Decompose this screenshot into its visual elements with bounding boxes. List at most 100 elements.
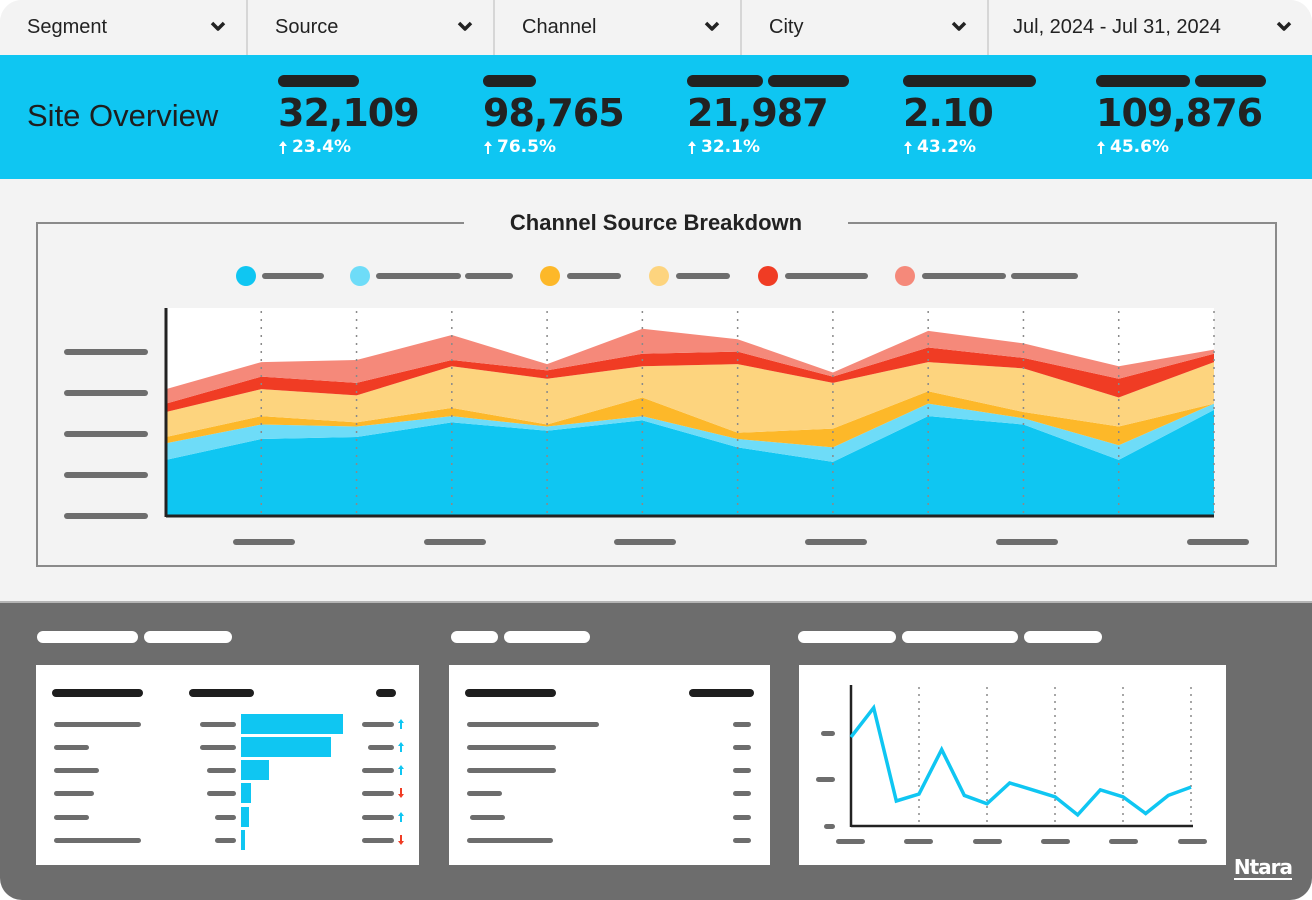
kpi-label-placeholder [1096,75,1266,87]
row-label-placeholder [470,815,505,820]
channel-filter[interactable]: Channel [495,0,742,55]
kpi-label-placeholder [483,75,624,87]
row-label-placeholder [54,815,89,820]
kpi-card: 98,765 76.5% [483,75,625,157]
row-label-placeholder [467,722,599,727]
chevron-down-icon [951,21,967,31]
kpi-label-placeholder [687,75,849,87]
ranked-bar-table [36,665,419,865]
row-value-placeholder [733,745,751,750]
trend-up-icon [398,812,404,822]
simple-table [449,665,770,865]
kpi-change-value: 23.4% [292,137,351,157]
column-header-placeholder [189,689,254,697]
channel-source-chart-card [36,222,1277,567]
site-overview-title: Site Overview [27,98,219,133]
kpi-change: 23.4% [278,137,419,157]
chevron-down-icon [457,21,473,31]
row-value-placeholder [215,838,236,843]
kpi-change-value: 45.6% [1110,137,1169,157]
trend-up-icon [398,742,404,752]
column-header-placeholder [376,689,396,697]
x-tick-label-placeholder [973,839,1002,844]
row-change-placeholder [362,768,394,773]
row-change-placeholder [362,838,394,843]
bar-row-2 [241,737,331,757]
arrow-up-icon [904,140,912,154]
trend-down-icon [398,835,404,845]
row-label-placeholder [54,722,141,727]
kpi-value: 2.10 [903,91,994,135]
kpi-change: 45.6% [1096,137,1266,157]
x-tick-label-placeholder [1178,839,1207,844]
row-label-placeholder [54,768,99,773]
row-value-placeholder [733,791,751,796]
kpi-change-value: 76.5% [497,137,556,157]
city-filter-label: City [769,16,804,38]
bar-row-6 [241,830,246,850]
site-overview-band: Site Overview 32,109 23.4% 98,765 76.5% … [0,55,1312,179]
kpi-change-value: 43.2% [917,137,976,157]
bar-row-3 [241,760,269,780]
kpi-value: 21,987 [687,91,829,135]
chevron-down-icon [704,21,720,31]
row-value-placeholder [733,838,751,843]
bar-row-5 [241,807,250,827]
kpi-change: 32.1% [687,137,849,157]
panel-title-placeholder [798,631,1102,643]
trend-line [849,703,1192,818]
chevron-down-icon [1276,21,1292,31]
kpi-change-value: 32.1% [701,137,760,157]
x-tick-label-placeholder [836,839,865,844]
x-tick-label-placeholder [1041,839,1070,844]
brand-logo: Ntara [1233,855,1293,880]
segment-filter-label: Segment [27,16,108,38]
row-change-placeholder [362,791,394,796]
segment-filter[interactable]: Segment [0,0,248,55]
row-value-placeholder [733,722,751,727]
arrow-up-icon [484,140,492,154]
panel-title-placeholder [37,631,232,643]
row-label-placeholder [54,838,141,843]
trend-down-icon [398,788,404,798]
arrow-up-icon [279,140,287,154]
row-value-placeholder [215,815,236,820]
kpi-change: 43.2% [903,137,1036,157]
x-tick-label-placeholder [1109,839,1138,844]
channel-filter-label: Channel [522,16,597,38]
line-chart-card [799,665,1226,865]
source-filter-label: Source [275,16,339,38]
row-label-placeholder [54,791,94,796]
row-label-placeholder [467,791,502,796]
row-value-placeholder [207,791,236,796]
column-header-placeholder [52,689,143,697]
trend-up-icon [398,719,404,729]
city-filter[interactable]: City [742,0,989,55]
bar-row-4 [241,783,252,803]
row-label-placeholder [54,745,89,750]
y-tick-label-placeholder [821,731,835,736]
kpi-card: 32,109 23.4% [278,75,420,157]
row-change-placeholder [362,815,394,820]
kpi-card: 21,987 32.1% [687,75,849,157]
row-label-placeholder [467,768,556,773]
arrow-up-icon [1097,140,1105,154]
row-label-placeholder [467,838,553,843]
bottom-panel: Ntara [0,601,1312,900]
x-tick-label-placeholder [904,839,933,844]
source-filter[interactable]: Source [248,0,495,55]
kpi-value: 98,765 [483,91,625,135]
panel-title-placeholder [451,631,590,643]
date-range-filter[interactable]: Jul, 2024 - Jul 31, 2024 [989,0,1312,55]
y-tick-label-placeholder [816,777,835,782]
column-header-placeholder [465,689,556,697]
date-range-label: Jul, 2024 - Jul 31, 2024 [1013,16,1221,38]
bar-row-1 [241,714,343,734]
kpi-label-placeholder [903,75,1036,87]
row-value-placeholder [207,768,236,773]
trend-line-chart [816,685,1207,844]
kpi-value: 109,876 [1096,91,1263,135]
dashboard: Segment Source Channel City Jul, 2024 - … [0,0,1312,900]
chart-title-wrap: Channel Source Breakdown [464,206,848,240]
row-value-placeholder [733,815,751,820]
